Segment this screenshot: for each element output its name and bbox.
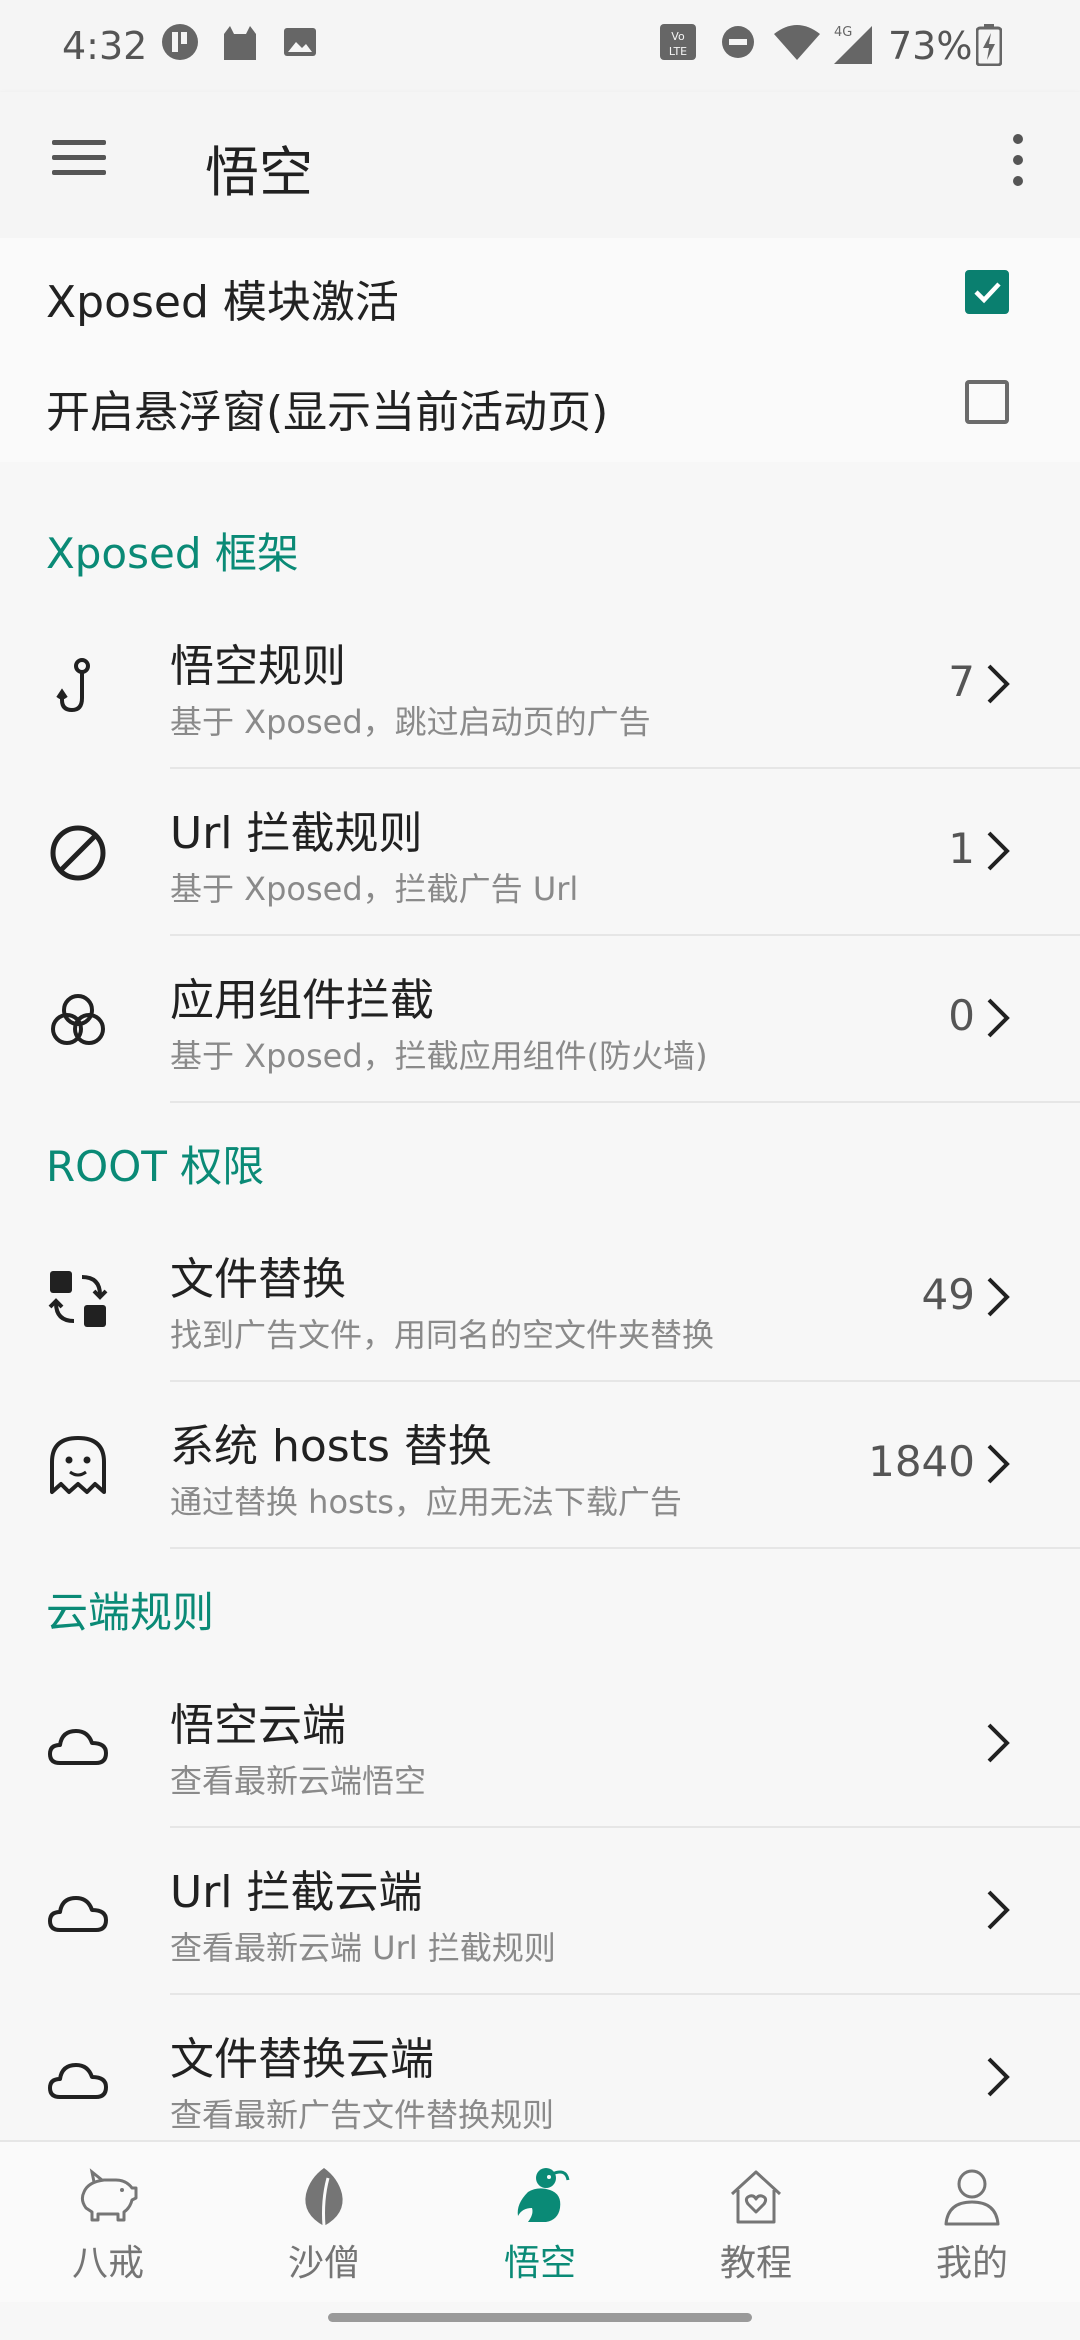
item-count: 1840 xyxy=(868,1437,975,1486)
item-subtitle: 查看最新广告文件替换规则 xyxy=(170,2096,555,2134)
app-bar: 悟空 xyxy=(0,92,1080,238)
circles-icon xyxy=(51,994,105,1045)
more-options-icon[interactable] xyxy=(1008,134,1028,190)
item-title: 系统 hosts 替换 xyxy=(170,1421,492,1472)
status-time: 4:32 xyxy=(62,24,148,68)
volte-icon: Vo LTE xyxy=(660,24,696,60)
floating-window-checkbox[interactable] xyxy=(965,380,1009,424)
item-title: 悟空云端 xyxy=(170,1700,346,1751)
battery-percentage: 73% xyxy=(888,24,973,68)
signal-icon: 4G xyxy=(834,25,872,64)
item-subtitle: 查看最新云端 Url 拦截规则 xyxy=(170,1929,556,1967)
cloud-icon xyxy=(48,1729,108,1765)
chevron-right-icon xyxy=(987,1277,1010,1317)
list-item-file-cloud[interactable]: 文件替换云端 查看最新广告文件替换规则 xyxy=(0,1995,1080,2162)
item-subtitle: 基于 Xposed，拦截应用组件(防火墙) xyxy=(170,1037,708,1075)
section-title: ROOT 权限 xyxy=(46,1142,265,1191)
nav-label: 我的 xyxy=(935,2243,1008,2284)
xposed-activate-row[interactable]: Xposed 模块激活 xyxy=(0,238,1080,348)
chevron-right-icon xyxy=(987,1723,1010,1763)
nav-item-shaseng[interactable]: 沙僧 xyxy=(216,2142,432,2302)
cloud-icon xyxy=(48,1896,108,1932)
chevron-right-icon xyxy=(987,1890,1010,1930)
chevron-right-icon xyxy=(987,998,1010,1038)
item-subtitle: 找到广告文件，用同名的空文件夹替换 xyxy=(170,1316,715,1354)
item-subtitle: 基于 Xposed，跳过启动页的广告 xyxy=(170,703,651,741)
list-item-file-replace[interactable]: 文件替换 找到广告文件，用同名的空文件夹替换 49 xyxy=(0,1215,1080,1382)
list-item-component-block[interactable]: 应用组件拦截 基于 Xposed，拦截应用组件(防火墙) 0 xyxy=(0,936,1080,1103)
settings-list: Xposed 框架 悟空规则 基于 Xposed，跳过启动页的广告 7 Url … xyxy=(0,490,1080,2162)
item-count: 1 xyxy=(948,824,975,873)
swap-icon xyxy=(48,1271,108,1327)
chevron-right-icon xyxy=(987,664,1010,704)
monkey-icon xyxy=(517,2168,570,2222)
nav-label: 沙僧 xyxy=(287,2243,360,2284)
item-subtitle: 查看最新云端悟空 xyxy=(170,1762,427,1800)
switch-label: 开启悬浮窗(显示当前活动页) xyxy=(46,387,609,438)
battery-charging-icon xyxy=(976,24,1002,66)
item-title: 悟空规则 xyxy=(170,641,346,692)
section-header-xposed: Xposed 框架 xyxy=(0,490,1080,602)
menu-icon[interactable] xyxy=(52,140,106,180)
xposed-activate-checkbox[interactable] xyxy=(965,270,1009,314)
svg-text:LTE: LTE xyxy=(669,45,687,58)
item-count: 0 xyxy=(948,991,975,1040)
nav-label: 教程 xyxy=(719,2243,792,2284)
do-not-disturb-icon xyxy=(722,26,754,58)
nav-label: 悟空 xyxy=(503,2243,576,2284)
page-title: 悟空 xyxy=(205,141,313,204)
svg-text:4G: 4G xyxy=(834,25,852,40)
switch-label: Xposed 模块激活 xyxy=(46,277,399,328)
section-header-root: ROOT 权限 xyxy=(0,1103,1080,1215)
chevron-right-icon xyxy=(987,831,1010,871)
nav-label: 八戒 xyxy=(71,2243,144,2284)
app-notification-icon xyxy=(162,24,198,60)
item-count: 49 xyxy=(921,1270,975,1319)
wifi-icon xyxy=(774,25,820,60)
nav-item-tutorial[interactable]: 教程 xyxy=(648,2142,864,2302)
item-title: 应用组件拦截 xyxy=(170,975,434,1026)
floating-window-row[interactable]: 开启悬浮窗(显示当前活动页) xyxy=(0,348,1080,458)
item-subtitle: 基于 Xposed，拦截广告 Url xyxy=(170,870,579,908)
chevron-right-icon xyxy=(987,2057,1010,2097)
switch-card: Xposed 模块激活 开启悬浮窗(显示当前活动页) xyxy=(0,238,1080,462)
nav-item-wukong[interactable]: 悟空 xyxy=(432,2142,648,2302)
image-notification-icon xyxy=(284,28,316,56)
item-title: 文件替换 xyxy=(170,1254,346,1305)
list-item-url-cloud[interactable]: Url 拦截云端 查看最新云端 Url 拦截规则 xyxy=(0,1828,1080,1995)
ghost-icon xyxy=(50,1436,106,1494)
nav-item-mine[interactable]: 我的 xyxy=(864,2142,1080,2302)
item-title: 文件替换云端 xyxy=(170,2034,434,2085)
block-icon xyxy=(50,825,106,881)
cat-notification-icon xyxy=(224,26,256,60)
cloud-icon xyxy=(48,2063,108,2099)
hook-icon xyxy=(56,658,90,713)
leaf-icon xyxy=(305,2168,343,2227)
item-count: 7 xyxy=(948,657,975,706)
section-header-cloud: 云端规则 xyxy=(0,1549,1080,1661)
nav-item-bajie[interactable]: 八戒 xyxy=(0,2142,216,2302)
list-item-wukong-cloud[interactable]: 悟空云端 查看最新云端悟空 xyxy=(0,1661,1080,1828)
status-bar: 4:32 Vo LTE 4G 73% xyxy=(0,0,1080,92)
section-title: 云端规则 xyxy=(46,1588,215,1637)
item-title: Url 拦截规则 xyxy=(170,808,423,859)
item-title: Url 拦截云端 xyxy=(170,1867,423,1918)
list-item-url-block-rules[interactable]: Url 拦截规则 基于 Xposed，拦截广告 Url 1 xyxy=(0,769,1080,936)
gesture-handle[interactable] xyxy=(328,2313,752,2322)
chevron-right-icon xyxy=(987,1444,1010,1484)
section-title: Xposed 框架 xyxy=(46,529,299,578)
item-subtitle: 通过替换 hosts，应用无法下载广告 xyxy=(170,1483,682,1521)
svg-text:Vo: Vo xyxy=(671,30,685,43)
person-icon xyxy=(944,2169,1000,2226)
bottom-nav: 八戒 沙僧 悟空 教程 我的 xyxy=(0,2140,1080,2302)
list-item-wukong-rules[interactable]: 悟空规则 基于 Xposed，跳过启动页的广告 7 xyxy=(0,602,1080,769)
list-item-hosts-replace[interactable]: 系统 hosts 替换 通过替换 hosts，应用无法下载广告 1840 xyxy=(0,1382,1080,1549)
pig-icon xyxy=(80,2168,138,2222)
house-heart-icon xyxy=(730,2170,782,2224)
